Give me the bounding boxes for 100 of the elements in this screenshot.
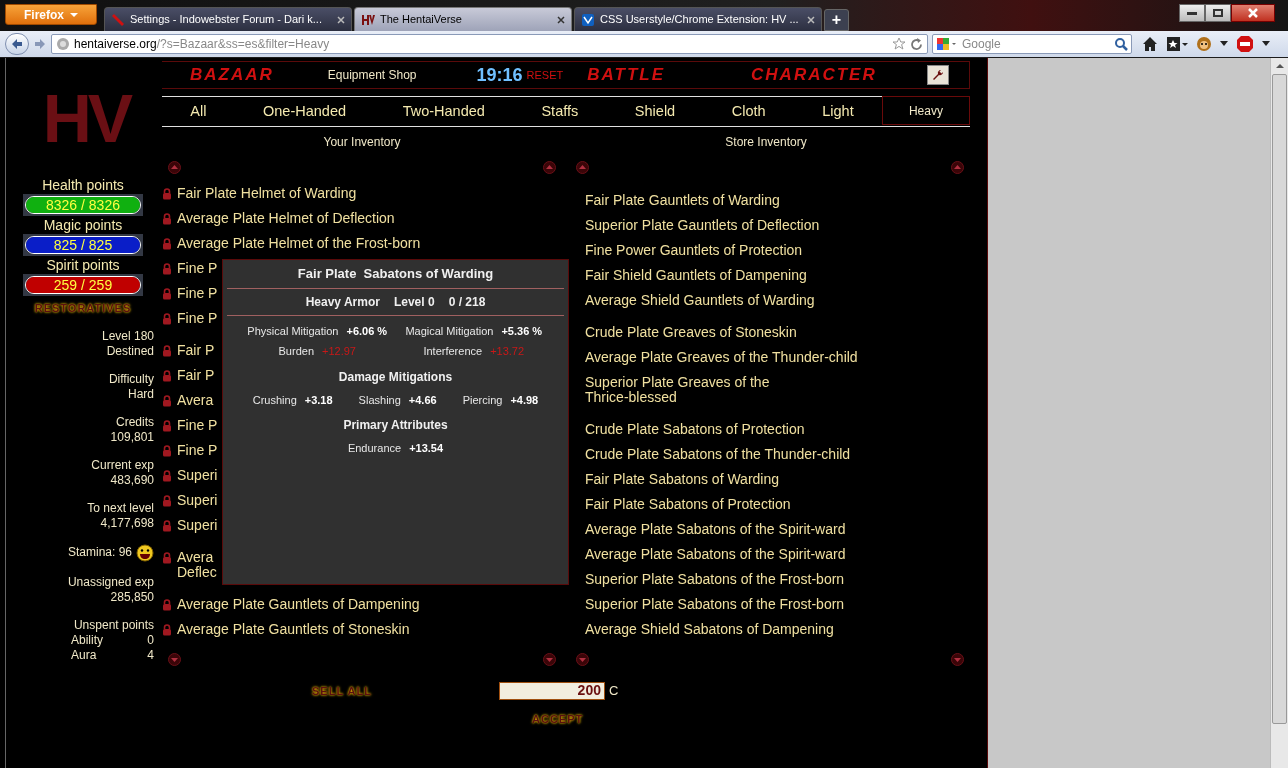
reload-icon[interactable] [910,37,923,51]
scroll-up-icon[interactable] [951,161,964,174]
lock-icon[interactable] [162,520,172,532]
lock-icon[interactable] [162,370,172,382]
item-name[interactable]: Avera Deflec [177,550,217,580]
monkey-icon[interactable] [1196,36,1212,52]
item-name[interactable]: Superi [177,468,218,483]
lock-icon[interactable] [162,624,172,636]
filter-tab[interactable]: Light [793,97,882,126]
scroll-up-icon[interactable] [543,161,556,174]
lock-icon[interactable] [162,420,172,432]
caret-icon[interactable] [1220,41,1228,47]
bookmark-star-icon[interactable] [892,37,906,51]
filter-tab[interactable]: Two-Handed [374,97,514,126]
item-name[interactable]: Average Shield Gauntlets of Warding [585,293,815,308]
filter-tab[interactable]: All [162,97,235,126]
maximize-button[interactable] [1205,4,1231,22]
item-name[interactable]: Average Shield Sabatons of Dampening [585,622,834,637]
lock-icon[interactable] [162,345,172,357]
item-name[interactable]: Avera [177,393,214,408]
caret-icon[interactable] [1262,41,1270,47]
address-field[interactable]: hentaiverse.org/?s=Bazaar&ss=es&filter=Heavy [51,34,928,54]
settings-button[interactable] [927,65,949,85]
item-name[interactable]: Superi [177,493,218,508]
item-name[interactable]: Superior Plate Sabatons of the Frost-born [585,572,845,587]
item-name[interactable]: Fair P [177,343,215,358]
item-name[interactable]: Fine P [177,418,218,433]
item-name[interactable]: Average Plate Sabatons of the Spirit-ward [585,547,846,562]
search-icon[interactable] [1114,37,1128,51]
scroll-up-icon[interactable] [168,161,181,174]
search-input[interactable]: Google [962,35,1110,53]
bookmarks-icon[interactable] [1166,36,1188,52]
forward-arrow-icon[interactable] [33,38,47,50]
filter-tab[interactable]: Cloth [703,97,794,126]
lock-icon[interactable] [162,188,172,200]
home-icon[interactable] [1142,36,1158,52]
item-name[interactable]: Fair Plate Gauntlets of Warding [585,193,780,208]
item-name[interactable]: Average Plate Helmet of the Frost-born [177,236,421,251]
lock-icon[interactable] [162,238,172,250]
item-name[interactable]: Crude Plate Greaves of Stoneskin [585,325,797,340]
filter-tab[interactable]: Heavy [881,96,970,125]
scrollbar-thumb[interactable] [1272,74,1287,724]
scroll-down-icon[interactable] [168,653,181,666]
lock-icon[interactable] [162,495,172,507]
lock-icon[interactable] [162,470,172,482]
item-name[interactable]: Fine P [177,443,218,458]
close-icon[interactable] [557,15,565,24]
filter-tab[interactable]: One-Handed [234,97,375,126]
item-name[interactable]: Superior Plate Greaves of the Thrice-blessed [585,375,770,405]
lock-icon[interactable] [162,288,172,300]
lock-icon[interactable] [162,599,172,611]
item-name[interactable]: Superi [177,518,218,533]
item-name[interactable]: Fine P [177,311,218,326]
close-window-button[interactable] [1231,4,1275,22]
item-name[interactable]: Crude Plate Sabatons of Protection [585,422,805,437]
search-field[interactable]: Google [932,34,1132,54]
item-name[interactable]: Fine P [177,261,218,276]
scroll-up-icon[interactable] [1275,64,1284,68]
new-tab-button[interactable]: + [824,9,849,31]
item-name[interactable]: Average Plate Helmet of Deflection [177,211,395,226]
close-icon[interactable] [337,15,345,24]
item-name[interactable]: Average Plate Greaves of the Thunder-child [585,350,858,365]
browser-tab[interactable]: The HentaiVerse [354,7,572,31]
item-name[interactable]: Fair Plate Sabatons of Protection [585,497,791,512]
browser-tab[interactable]: Settings - Indowebster Forum - Dari k... [104,7,352,31]
item-name[interactable]: Average Plate Sabatons of the Spirit-ward [585,522,846,537]
scroll-down-icon[interactable] [951,653,964,666]
item-name[interactable]: Fair Plate Helmet of Warding [177,186,357,201]
item-name[interactable]: Fair Shield Gauntlets of Dampening [585,268,807,283]
item-name[interactable]: Fair Plate Sabatons of Warding [585,472,780,487]
back-button[interactable] [5,33,29,55]
item-name[interactable]: Fine Power Gauntlets of Protection [585,243,803,258]
browser-tab[interactable]: CSS Userstyle/Chrome Extension: HV ... [574,7,822,31]
item-name[interactable]: Average Plate Gauntlets of Stoneskin [177,622,410,637]
item-name[interactable]: Superior Plate Gauntlets of Deflection [585,218,820,233]
item-name[interactable]: Fine P [177,286,218,301]
character-link[interactable]: CHARACTER [751,62,877,88]
scroll-up-icon[interactable] [576,161,589,174]
price-field[interactable]: 200 [498,681,605,700]
item-name[interactable]: Superior Plate Sabatons of the Frost-born [585,597,845,612]
lock-icon[interactable] [162,552,172,564]
filter-tab[interactable]: Shield [606,97,704,126]
battle-link[interactable]: BATTLE [587,62,666,88]
minimize-button[interactable] [1179,4,1205,22]
scrollbar[interactable] [1270,58,1288,768]
item-name[interactable]: Crude Plate Sabatons of the Thunder-child [585,447,851,462]
lock-icon[interactable] [162,395,172,407]
adblock-icon[interactable] [1236,35,1254,53]
close-icon[interactable] [807,15,815,24]
reset-link[interactable]: RESET [526,66,564,84]
scroll-down-icon[interactable] [576,653,589,666]
lock-icon[interactable] [162,263,172,275]
scroll-down-icon[interactable] [543,653,556,666]
item-name[interactable]: Fair P [177,368,215,383]
lock-icon[interactable] [162,445,172,457]
bazaar-link[interactable]: BAZAAR [190,62,274,88]
filter-tab[interactable]: Staffs [513,97,607,126]
lock-icon[interactable] [162,213,172,225]
item-name[interactable]: Average Plate Gauntlets of Dampening [177,597,420,612]
lock-icon[interactable] [162,313,172,325]
